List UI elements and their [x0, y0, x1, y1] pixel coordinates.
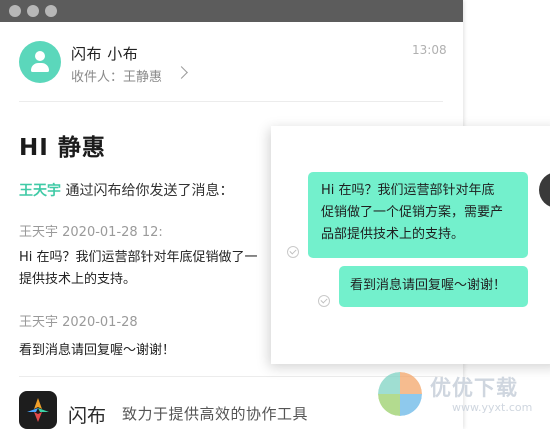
close-window-button[interactable]	[9, 5, 21, 17]
window-titlebar	[0, 0, 463, 22]
brand-name: 闪布	[68, 405, 107, 427]
message-meta: 王天宇 2020-01-28	[19, 315, 138, 330]
sender-name: 闪布 小布	[71, 45, 139, 63]
chat-bubble-line: 品部提供技术上的支持。	[321, 227, 465, 242]
footer-divider	[19, 376, 443, 377]
watermark-logo-icon	[378, 372, 422, 416]
shanbu-logo-icon	[19, 391, 57, 429]
intro-line: 王天宇 通过闪布给你发送了消息：	[19, 180, 233, 200]
chat-bubble-line: 促销做了一个促销方案，需要产	[321, 205, 504, 220]
watermark-url: www.yyxt.com	[452, 401, 533, 414]
intro-text: 通过闪布给你发送了消息：	[61, 183, 234, 199]
message-line: 看到消息请回复喔～谢谢！	[19, 343, 176, 358]
read-receipt-icon	[287, 246, 299, 258]
chat-bubble-line: Hi 在吗？我们运营部针对年底	[321, 183, 495, 198]
message-line: 提供技术上的支持。	[19, 272, 137, 287]
greeting-heading: HI 静惠	[19, 135, 106, 161]
mail-time: 13:08	[412, 43, 447, 57]
chat-bubble-line: 看到消息请回复喔～谢谢！	[350, 278, 507, 293]
chat-popup: Hi 在吗？我们运营部针对年底 促销做了一个促销方案，需要产 品部提供技术上的支…	[271, 126, 550, 364]
zoom-window-button[interactable]	[45, 5, 57, 17]
read-receipt-icon	[318, 295, 330, 307]
watermark-title: 优优下载	[430, 376, 518, 400]
chevron-right-icon[interactable]	[175, 66, 188, 79]
sender-avatar	[19, 41, 61, 83]
intro-sender-name: 王天宇	[19, 183, 61, 199]
recipient-label[interactable]: 收件人：王静惠	[71, 66, 162, 85]
message-meta: 王天宇 2020-01-28 12:	[19, 225, 163, 240]
brand-slogan: 致力于提供高效的协作工具	[122, 405, 309, 423]
chat-avatar	[539, 172, 550, 208]
minimize-window-button[interactable]	[27, 5, 39, 17]
message-line: Hi 在吗？我们运营部针对年底促销做了一	[19, 250, 258, 265]
person-icon	[35, 51, 45, 61]
chat-bubble: Hi 在吗？我们运营部针对年底 促销做了一个促销方案，需要产 品部提供技术上的支…	[308, 172, 528, 258]
header-divider	[19, 101, 443, 102]
chat-bubble: 看到消息请回复喔～谢谢！	[339, 266, 528, 307]
